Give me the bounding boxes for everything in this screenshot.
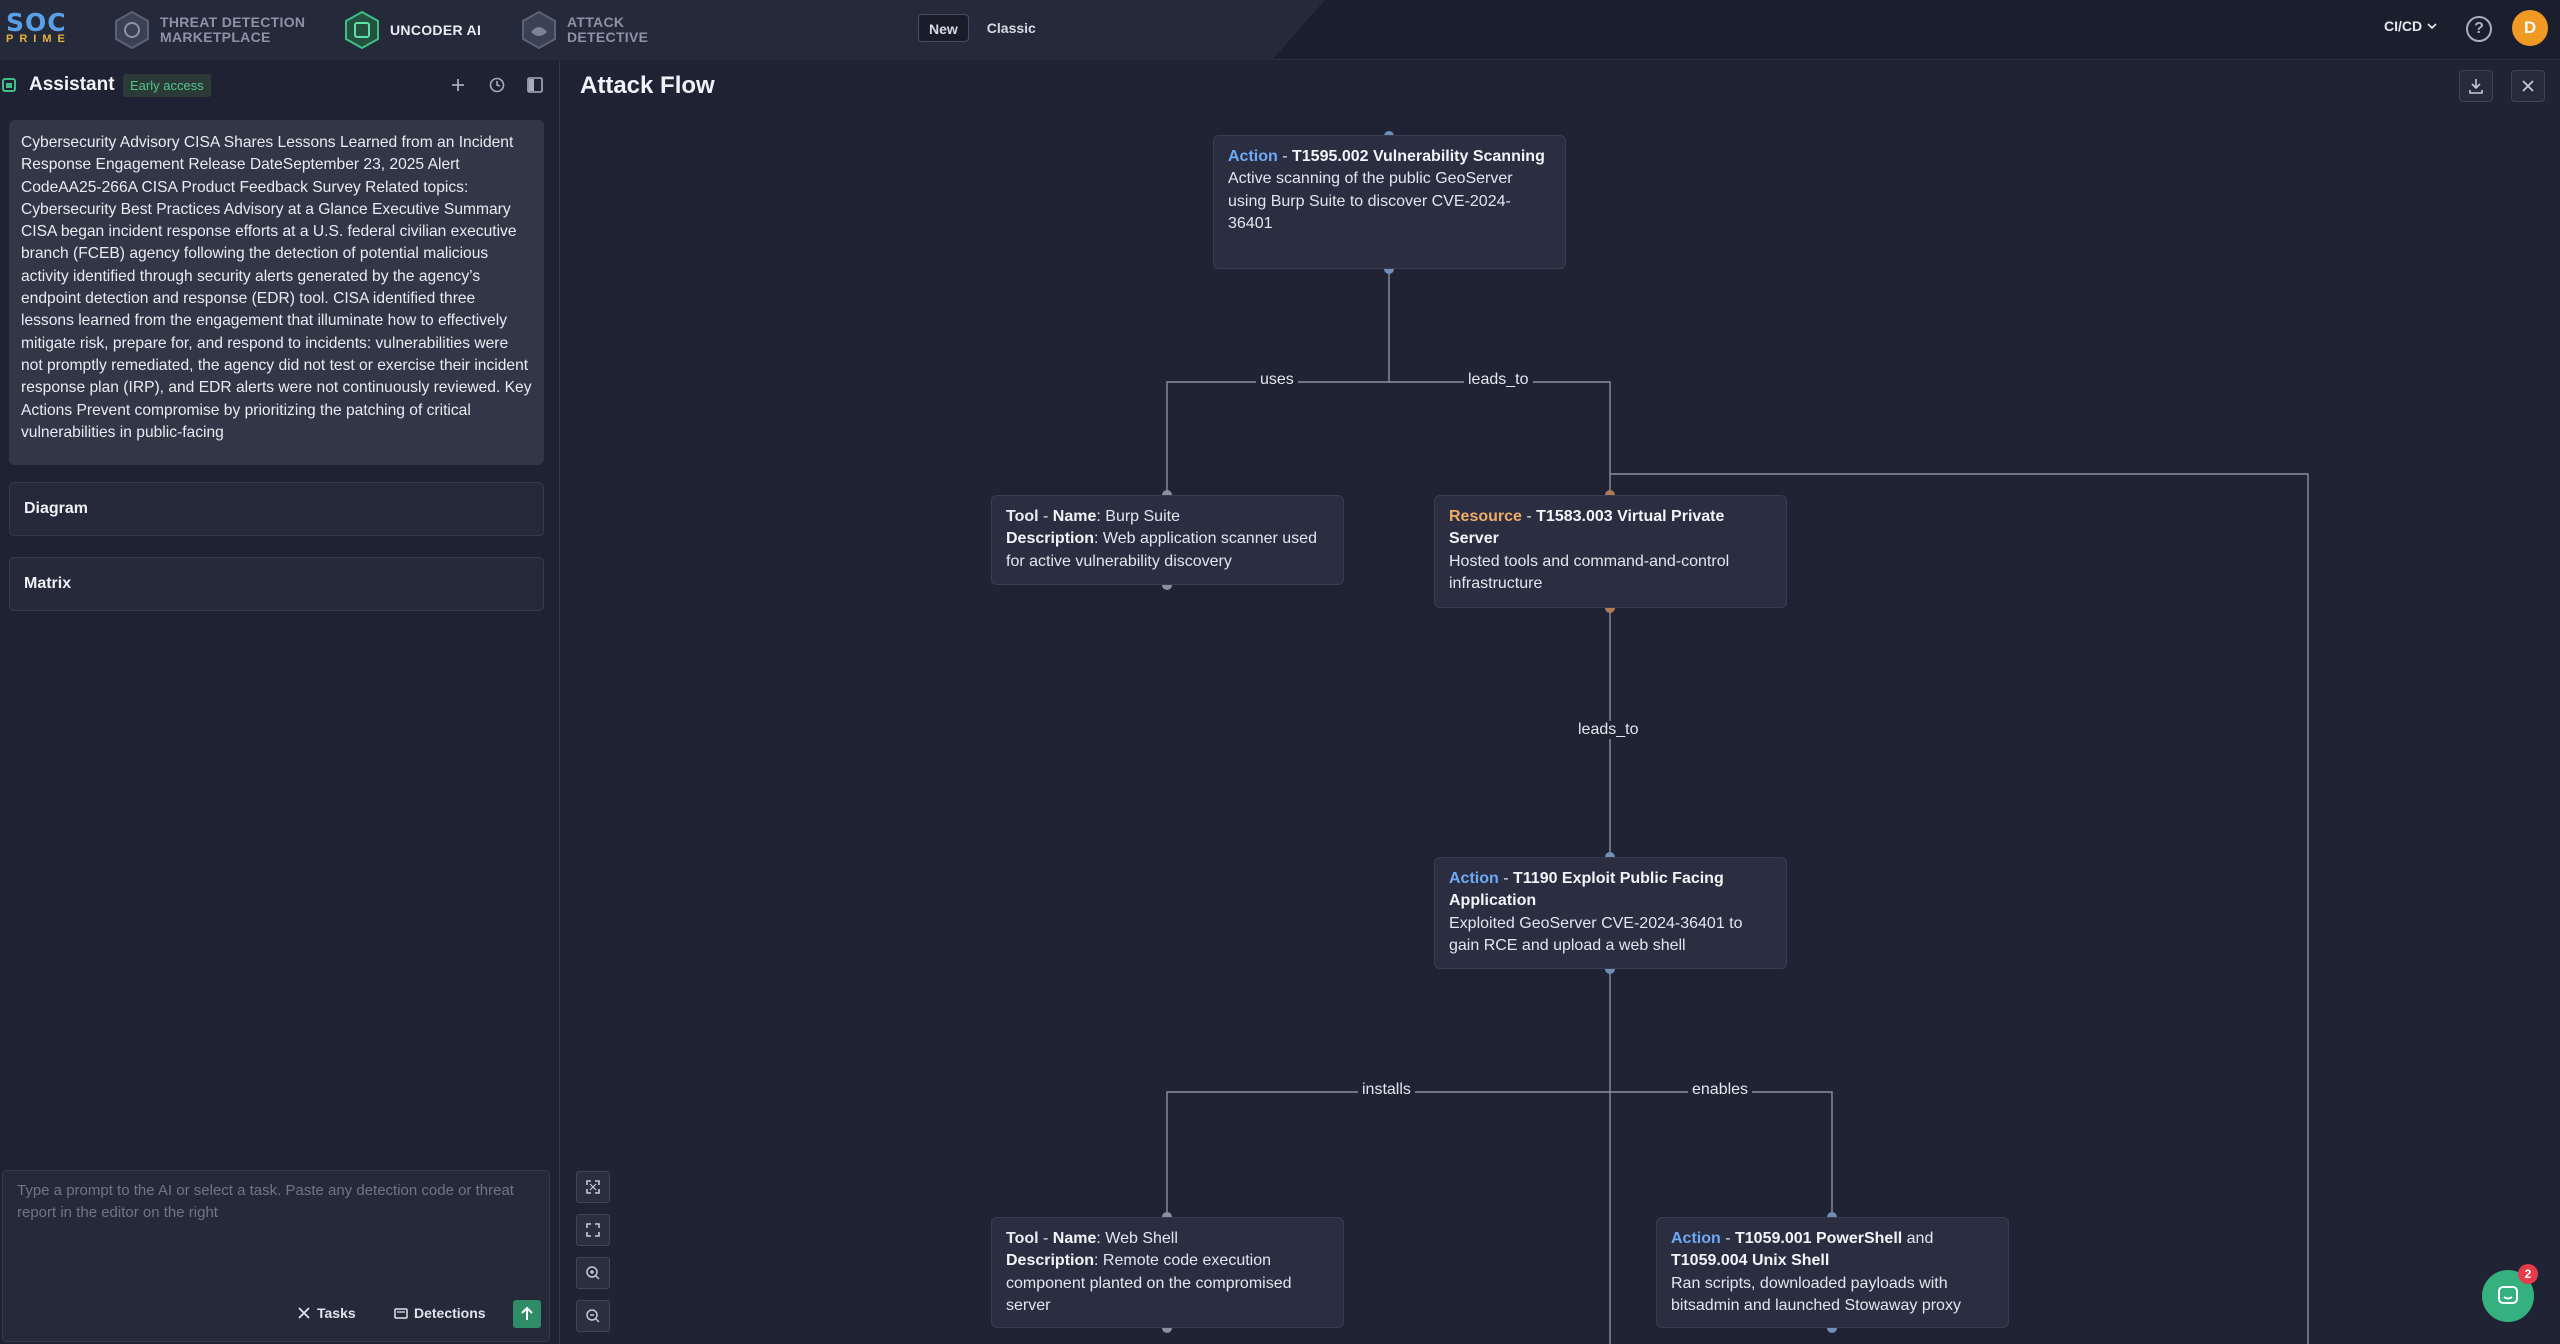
node-type: Action [1228,148,1278,165]
node-name: T1059.001 PowerShell [1735,1230,1903,1247]
nav-label: DETECTIVE [567,29,649,45]
node-field-label: Name [1052,1230,1097,1247]
prompt-placeholder: Type a prompt to the AI or select a task… [17,1182,514,1221]
nav-threat-detection-marketplace[interactable]: THREAT DETECTION MARKETPLACE [112,6,305,54]
node-conjunction: and [1902,1230,1934,1247]
nav-attack-detective[interactable]: ATTACK DETECTIVE [519,6,648,54]
fullscreen-icon[interactable] [576,1214,610,1246]
detections-icon [394,1308,408,1319]
history-icon[interactable] [486,74,508,96]
env-select-label: CI/CD [2384,18,2423,34]
nav-label: MARKETPLACE [160,29,271,45]
matrix-section[interactable]: Matrix [9,557,544,611]
nav-label: UNCODER AI [390,21,482,38]
early-access-badge: Early access [123,74,211,97]
tasks-label: Tasks [317,1305,356,1321]
logo-subtext: PRIME [6,33,71,45]
flow-node-action[interactable]: Action - T1190 Exploit Public Facing App… [1434,857,1787,969]
zoom-in-icon[interactable] [576,1257,610,1289]
assistant-icon [2,78,16,92]
send-button[interactable] [513,1300,541,1328]
top-bar: SOC PRIME THREAT DETECTION MARKETPLACE UN… [0,0,2560,60]
assistant-header: Assistant Early access [0,61,560,111]
flow-node-action[interactable]: Action - T1595.002 Vulnerability Scannin… [1213,135,1566,269]
edge-label: enables [1688,1081,1753,1099]
nav-label: ATTACK [567,14,625,30]
node-description: Hosted tools and command-and-control inf… [1449,552,1730,592]
flow-node-action[interactable]: Action - T1059.001 PowerShell and T1059.… [1656,1217,2009,1328]
soc-prime-logo[interactable]: SOC PRIME [6,10,82,50]
mode-new-button[interactable]: New [918,14,969,42]
node-description: Exploited GeoServer CVE-2024-36401 to ga… [1449,914,1743,954]
add-icon[interactable] [447,74,469,96]
attack-flow-canvas[interactable]: Attack Flow uses leads_to leads_to insta… [561,61,2560,1344]
chat-unread-count: 2 [2518,1264,2538,1284]
node-separator: - [1720,1230,1735,1247]
diagram-section[interactable]: Diagram [9,482,544,536]
report-text[interactable]: Cybersecurity Advisory CISA Shares Lesso… [9,120,544,465]
tasks-button[interactable]: Tasks [297,1300,356,1326]
node-name: T1059.004 Unix Shell [1671,1252,1830,1270]
flow-node-tool[interactable]: Tool - Name: Burp Suite Description: Web… [991,495,1344,585]
node-type: Action [1671,1230,1721,1247]
node-name: T1595.002 Vulnerability Scanning [1292,148,1545,165]
edge-label: installs [1358,1081,1415,1099]
node-type: Resource [1449,508,1522,525]
node-type: Tool [1006,1230,1039,1247]
edge-label: leads_to [1464,371,1533,389]
tasks-icon [298,1307,310,1319]
edge-label: leads_to [1574,721,1643,739]
nav-label: THREAT DETECTION [160,14,306,30]
edge-label: uses [1256,371,1298,389]
node-description: Active scanning of the public GeoServer … [1228,170,1513,232]
flow-node-tool[interactable]: Tool - Name: Web Shell Description: Remo… [991,1217,1344,1328]
assistant-title: Assistant [29,74,115,95]
detective-icon [519,10,559,50]
detections-label: Detections [414,1305,486,1321]
node-field-label: Description [1006,1252,1095,1270]
node-type: Tool [1006,508,1039,525]
assistant-panel: Assistant Early access Cybersecurity Adv… [0,61,560,1344]
node-separator: - [1521,508,1537,525]
flow-node-resource[interactable]: Resource - T1583.003 Virtual Private Ser… [1434,495,1787,608]
shield-icon [112,10,152,50]
logo-text: SOC [6,8,67,37]
node-name: Burp Suite [1105,508,1180,525]
node-field-label: Description [1006,530,1095,548]
arrow-up-icon [521,1306,533,1320]
env-select[interactable]: CI/CD [2384,18,2438,34]
chevron-down-icon [2427,23,2437,30]
chat-icon [2498,1286,2518,1304]
zoom-out-icon[interactable] [576,1300,610,1332]
node-separator: - [1277,148,1292,165]
help-icon[interactable]: ? [2466,16,2492,42]
detections-button[interactable]: Detections [394,1300,486,1326]
mode-classic-button[interactable]: Classic [977,14,1046,42]
mode-toggle: New Classic [918,14,1046,42]
uncoder-icon [342,10,382,50]
node-name: Web Shell [1105,1230,1178,1247]
node-field-label: Name [1052,508,1097,525]
node-type: Action [1449,870,1499,887]
node-separator: - [1498,870,1513,887]
avatar[interactable]: D [2512,10,2548,46]
node-description: Ran scripts, downloaded payloads with bi… [1671,1274,1961,1314]
node-separator: - [1038,508,1053,525]
nav-uncoder-ai[interactable]: UNCODER AI [342,6,481,54]
node-separator: - [1038,1230,1053,1247]
chat-widget-button[interactable]: 2 [2482,1264,2538,1322]
fit-view-icon[interactable] [576,1171,610,1203]
collapse-panel-icon[interactable] [524,74,546,96]
